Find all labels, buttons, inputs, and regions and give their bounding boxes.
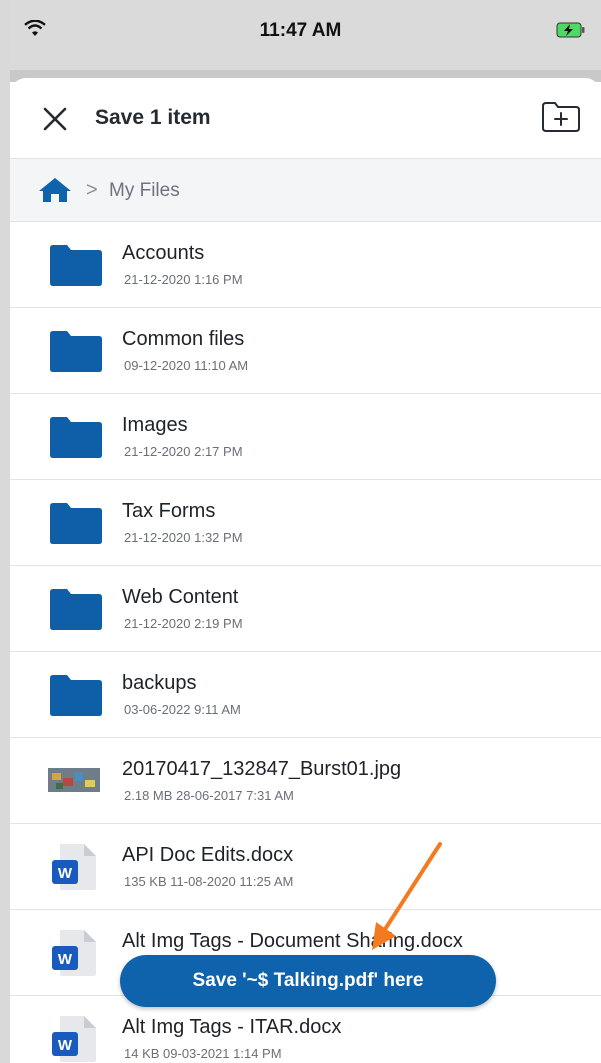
home-icon[interactable] xyxy=(38,177,72,208)
item-meta: 03-06-2022 9:11 AM xyxy=(124,702,241,717)
item-name: Alt Img Tags - ITAR.docx xyxy=(122,1016,342,1038)
list-item[interactable]: Accounts 21-12-2020 1:16 PM xyxy=(10,222,601,308)
item-name: API Doc Edits.docx xyxy=(122,844,294,866)
item-name: backups xyxy=(122,672,197,694)
background-edge xyxy=(0,0,10,1063)
folder-icon xyxy=(50,416,102,463)
image-thumbnail-icon xyxy=(48,768,100,797)
list-item[interactable]: backups 03-06-2022 9:11 AM xyxy=(10,652,601,738)
item-name: Common files xyxy=(122,328,245,350)
item-name: 20170417_132847_Burst01.jpg xyxy=(122,758,402,780)
list-item[interactable]: Tax Forms 21-12-2020 1:32 PM xyxy=(10,480,601,566)
item-meta: 2.18 MB 28-06-2017 7:31 AM xyxy=(124,788,294,803)
folder-icon xyxy=(50,244,102,291)
item-meta: 09-12-2020 11:10 AM xyxy=(124,358,249,373)
item-meta: 21-12-2020 1:16 PM xyxy=(124,272,243,287)
sheet-header: Save 1 item xyxy=(10,78,601,159)
item-meta: 135 KB 11-08-2020 11:25 AM xyxy=(124,874,294,889)
status-bar: 11:47 AM xyxy=(0,0,601,70)
folder-icon xyxy=(50,330,102,377)
svg-text:W: W xyxy=(58,951,73,968)
list-item[interactable]: 20170417_132847_Burst01.jpg 2.18 MB 28-0… xyxy=(10,738,601,824)
item-name: Images xyxy=(122,414,188,436)
svg-text:W: W xyxy=(58,865,73,882)
annotation-arrow-icon xyxy=(360,838,450,963)
word-document-icon: W xyxy=(50,842,98,897)
folder-icon xyxy=(50,674,102,721)
list-item[interactable]: Web Content 21-12-2020 2:19 PM xyxy=(10,566,601,652)
word-document-icon: W xyxy=(50,928,98,983)
breadcrumb-separator: > xyxy=(86,179,98,201)
new-folder-icon[interactable] xyxy=(540,100,582,139)
breadcrumb-current[interactable]: My Files xyxy=(109,180,180,202)
item-meta: 21-12-2020 1:32 PM xyxy=(124,530,243,545)
svg-text:W: W xyxy=(58,1037,73,1054)
close-icon[interactable] xyxy=(40,104,70,134)
item-name: Web Content xyxy=(122,586,239,608)
breadcrumb: > My Files xyxy=(10,159,601,222)
item-name: Tax Forms xyxy=(122,500,216,522)
folder-icon xyxy=(50,502,102,549)
save-sheet: Save 1 item > My Files Accounts 21-12-20… xyxy=(10,78,601,1063)
item-meta: 14 KB 09-03-2021 1:14 PM xyxy=(124,1046,282,1061)
list-item[interactable]: Images 21-12-2020 2:17 PM xyxy=(10,394,601,480)
status-time: 11:47 AM xyxy=(259,20,342,41)
word-document-icon: W xyxy=(50,1014,98,1063)
item-meta: 21-12-2020 2:19 PM xyxy=(124,616,243,631)
page-title: Save 1 item xyxy=(95,106,211,129)
item-meta: 21-12-2020 2:17 PM xyxy=(124,444,243,459)
battery-charging-icon xyxy=(556,22,586,43)
list-item[interactable]: W API Doc Edits.docx 135 KB 11-08-2020 1… xyxy=(10,824,601,910)
list-item[interactable]: Common files 09-12-2020 11:10 AM xyxy=(10,308,601,394)
item-name: Accounts xyxy=(122,242,205,264)
folder-icon xyxy=(50,588,102,635)
file-list: Accounts 21-12-2020 1:16 PM Common files… xyxy=(10,222,601,1063)
